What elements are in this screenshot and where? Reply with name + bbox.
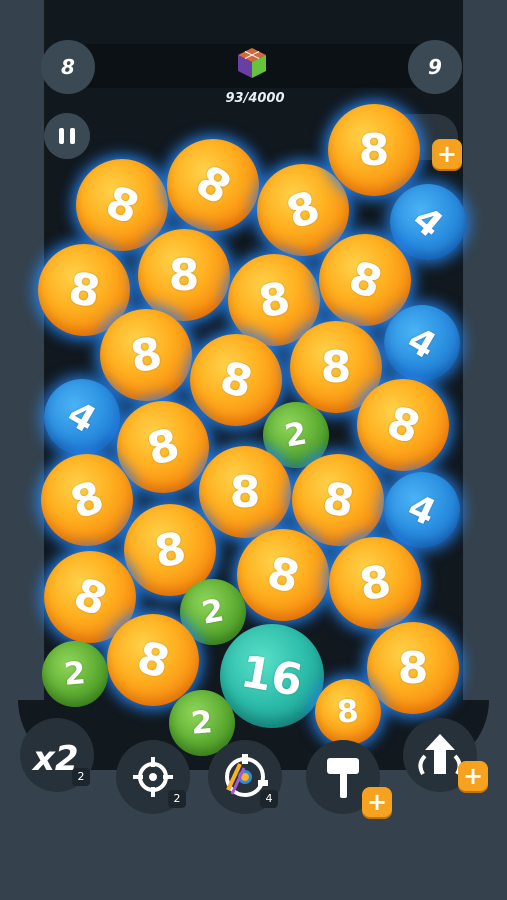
pause-icon-bar [70,128,75,144]
ball-8[interactable]: 8 [357,379,449,471]
ball-4[interactable]: 4 [44,379,120,455]
ball-value: 8 [279,180,327,240]
ball-16[interactable]: 16 [220,624,324,728]
ball-value: 8 [397,642,429,694]
ball-value: 2 [199,592,227,632]
ball-value: 8 [141,418,185,476]
ball-value: 8 [254,272,294,328]
ball-8[interactable]: 8 [107,614,199,706]
ball-8[interactable]: 8 [76,159,168,251]
right-frame [463,0,507,760]
shuffle-tool-button[interactable]: 4 [208,740,282,814]
current-level-badge: 8 [41,40,95,94]
ball-value: 4 [401,486,443,534]
upgrade-add-button[interactable]: + [458,761,488,791]
ball-8[interactable]: 8 [100,309,192,401]
ball-8[interactable]: 8 [292,454,384,546]
ball-value: 8 [379,395,427,455]
ball-8[interactable]: 8 [257,164,349,256]
ball-value: 2 [189,704,215,742]
add-coins-button[interactable]: + [432,139,462,169]
ball-8[interactable]: 8 [199,446,291,538]
ball-value: 8 [318,472,358,528]
pause-icon [59,128,64,144]
ball-value: 8 [358,124,390,176]
ball-8[interactable]: 8 [315,679,381,745]
ball-8[interactable]: 8 [329,537,421,629]
ball-value: 4 [400,318,444,368]
ball-4[interactable]: 4 [384,305,460,381]
double-tool-count: 2 [72,768,90,786]
ball-4[interactable]: 4 [384,472,460,548]
ball-value: 8 [66,567,114,627]
ball-4[interactable]: 4 [390,184,466,260]
target-tool-button[interactable]: 2 [116,740,190,814]
ball-8[interactable]: 8 [367,622,459,714]
pause-button[interactable] [44,113,90,159]
shuffle-tool-count: 4 [260,790,278,808]
ball-2[interactable]: 2 [42,641,108,707]
ball-8[interactable]: 8 [237,529,329,621]
ball-value: 2 [282,415,310,455]
hammer-add-button[interactable]: + [362,787,392,817]
ball-value: 8 [261,546,305,604]
ball-value: 8 [150,522,190,578]
ball-8[interactable]: 8 [190,334,282,426]
double-tool-button[interactable]: x2 2 [20,718,94,792]
ball-value: 4 [405,198,451,246]
hammer-icon [327,758,359,798]
target-tool-count: 2 [168,790,186,808]
ball-value: 8 [320,341,352,393]
ball-value: 8 [229,466,261,518]
ball-value: 16 [237,645,307,707]
ball-value: 8 [335,693,361,731]
ball-value: 8 [126,327,166,383]
ball-value: 8 [168,249,200,301]
ball-8[interactable]: 8 [138,229,230,321]
ball-value: 8 [186,155,240,215]
cube-reward-icon [238,48,266,78]
ball-value: 8 [64,262,104,318]
ball-value: 8 [355,555,395,611]
ball-value: 8 [131,631,175,689]
ball-8[interactable]: 8 [117,401,209,493]
left-frame [0,0,44,760]
ball-8[interactable]: 8 [41,454,133,546]
next-level-badge: 9 [408,40,462,94]
ball-value: 8 [341,250,389,310]
ball-8[interactable]: 8 [319,234,411,326]
ball-8[interactable]: 8 [328,104,420,196]
ball-value: 4 [60,392,104,442]
ball-8[interactable]: 8 [167,139,259,231]
ball-value: 8 [98,175,146,235]
ball-value: 8 [214,351,258,409]
ball-value: 2 [62,655,88,693]
level-progress-text: 93/4000 [225,91,285,106]
ball-value: 8 [63,470,111,530]
